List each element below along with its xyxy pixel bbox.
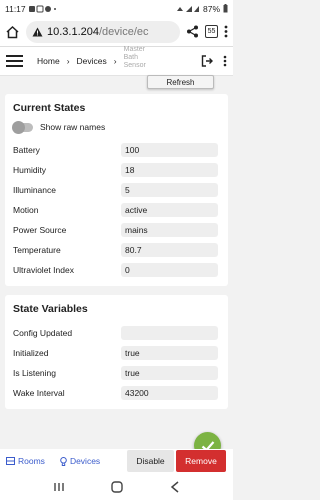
state-label: Ultraviolet Index [13, 265, 74, 275]
rooms-label: Rooms [18, 456, 45, 466]
browser-toolbar: 10.3.1.204/device/ec 55 [0, 17, 233, 47]
share-icon[interactable] [186, 25, 199, 38]
remove-button[interactable]: Remove [176, 450, 226, 472]
signal-icon [176, 5, 199, 12]
variable-row: Wake Interval 43200 [13, 383, 220, 403]
battery-level: 87% [202, 3, 220, 14]
current-states-title: Current States [13, 102, 86, 114]
logout-icon[interactable] [201, 55, 213, 67]
state-row: Battery 100 [13, 140, 220, 160]
warning-icon[interactable] [32, 27, 43, 37]
home-icon[interactable] [5, 25, 20, 39]
disable-button[interactable]: Disable [127, 450, 174, 472]
hamburger-menu-icon[interactable] [6, 55, 23, 67]
state-value: active [121, 203, 218, 217]
variable-row: Config Updated [13, 323, 220, 343]
back-icon[interactable] [170, 480, 180, 493]
variable-label: Config Updated [13, 328, 73, 338]
url-path: /device/ec [99, 25, 149, 38]
variable-row: Initialized true [13, 343, 220, 363]
recent-apps-icon[interactable] [53, 482, 65, 492]
variable-value: true [121, 366, 218, 380]
more-options-icon[interactable] [224, 25, 228, 38]
state-value: 18 [121, 163, 218, 177]
state-variables-card: State Variables Config Updated Initializ… [5, 295, 228, 409]
devices-label: Devices [69, 456, 101, 466]
state-row: Motion active [13, 200, 220, 220]
state-label: Humidity [13, 165, 47, 175]
variable-label: Initialized [13, 348, 49, 358]
variable-label: Is Listening [13, 368, 56, 378]
more-vertical-icon[interactable] [223, 55, 227, 67]
state-value: 0 [121, 263, 218, 277]
state-label: Temperature [13, 245, 61, 255]
variable-row: Is Listening true [13, 363, 220, 383]
breadcrumb: Home › Devices › Master Bath Sensor [37, 46, 156, 70]
state-label: Motion [13, 205, 39, 215]
chevron-right-icon: › [113, 56, 117, 66]
chevron-right-icon: › [66, 56, 70, 66]
variable-value: true [121, 346, 218, 360]
current-states-card: Current States Show raw names Battery 10… [5, 94, 228, 286]
show-raw-names-toggle[interactable] [12, 120, 33, 134]
state-row: Power Source mains [13, 220, 220, 240]
variable-value: 43200 [121, 386, 218, 400]
rooms-icon [6, 457, 15, 465]
state-value: mains [121, 223, 218, 237]
state-value: 80.7 [121, 243, 218, 257]
refresh-button[interactable]: Refresh [147, 75, 214, 89]
status-time: 11:17 [5, 3, 26, 14]
state-label: Power Source [13, 225, 67, 235]
breadcrumb-devices[interactable]: Devices [77, 56, 107, 66]
notification-icons [28, 5, 56, 12]
state-value: 100 [121, 143, 218, 157]
state-label: Illuminance [13, 185, 56, 195]
state-row: Humidity 18 [13, 160, 220, 180]
tab-switcher-button[interactable]: 55 [205, 25, 218, 38]
state-label: Battery [13, 145, 40, 155]
home-button-icon[interactable] [111, 480, 124, 493]
app-header: Home › Devices › Master Bath Sensor [0, 46, 233, 76]
state-variables-title: State Variables [13, 303, 88, 315]
devices-link[interactable]: Devices [60, 456, 100, 466]
lightbulb-icon [60, 456, 67, 466]
battery-icon [223, 4, 228, 13]
status-bar: 11:17 87% [0, 0, 233, 17]
state-row: Illuminance 5 [13, 180, 220, 200]
bottom-action-bar: Rooms Devices Disable Remove [0, 449, 233, 473]
rooms-link[interactable]: Rooms [6, 456, 45, 466]
variable-label: Wake Interval [13, 388, 65, 398]
url-host: 10.3.1.204 [47, 25, 99, 38]
variable-value [121, 326, 218, 340]
command-row: Refresh [0, 75, 233, 94]
show-raw-names-label: Show raw names [40, 122, 106, 132]
system-nav-bar [0, 473, 233, 500]
url-field[interactable]: 10.3.1.204/device/ec [26, 20, 180, 43]
state-row: Ultraviolet Index 0 [13, 260, 220, 280]
breadcrumb-home[interactable]: Home [37, 56, 60, 66]
state-value: 5 [121, 183, 218, 197]
breadcrumb-device: Master Bath Sensor [123, 46, 146, 69]
state-row: Temperature 80.7 [13, 240, 220, 260]
